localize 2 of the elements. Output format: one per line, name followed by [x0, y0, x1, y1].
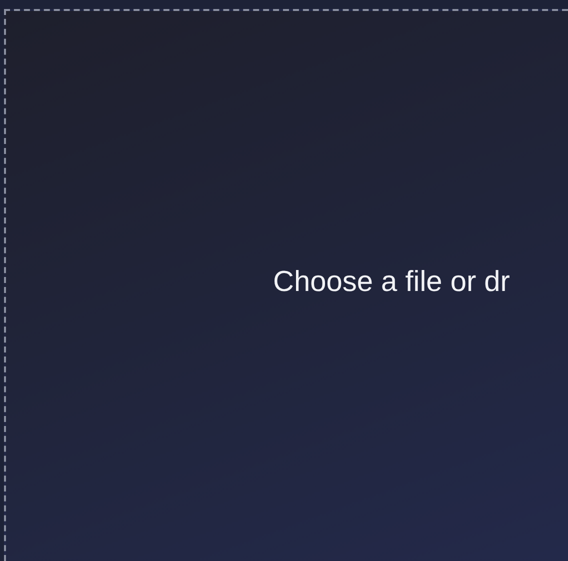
drop-zone[interactable]: Choose a file or dr	[4, 9, 568, 561]
drop-prompt: Choose a file or dr	[273, 266, 510, 298]
